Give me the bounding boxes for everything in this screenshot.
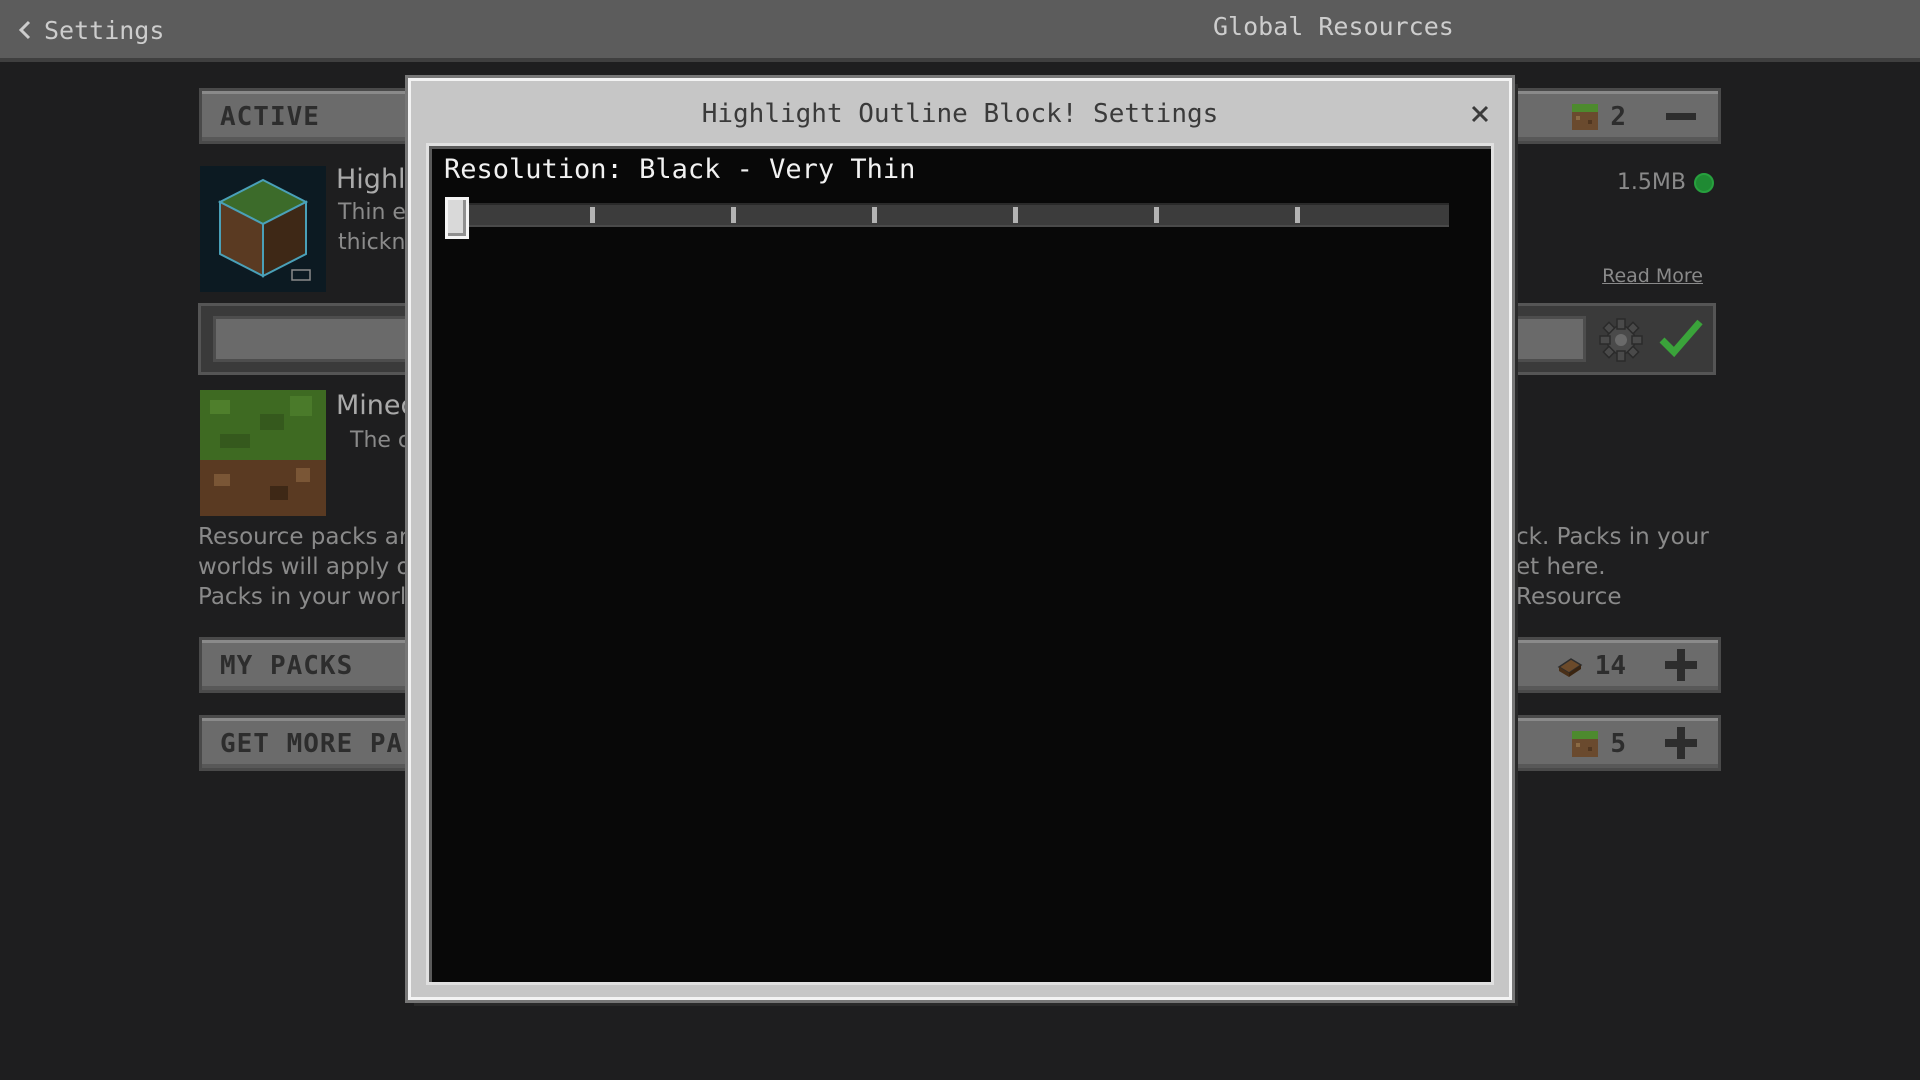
read-more-link[interactable]: Read More — [1602, 265, 1703, 287]
section-count: 5 — [1572, 729, 1626, 759]
gear-icon[interactable] — [1599, 318, 1643, 362]
slider-tick — [590, 207, 595, 223]
pack-description-line: Thin e — [338, 200, 406, 225]
info-line: et here. Resource — [1516, 554, 1622, 610]
back-button[interactable]: Settings — [18, 10, 164, 50]
page-title: Global Resources — [1213, 12, 1454, 41]
pack-description-line: thickn — [338, 230, 406, 255]
section-label: GET MORE PAC — [220, 729, 420, 759]
slider-thumb[interactable] — [445, 197, 469, 239]
back-label: Settings — [44, 15, 165, 45]
status-dot-icon — [1694, 172, 1714, 193]
setting-label-resolution: Resolution: Black - Very Thin — [444, 154, 916, 185]
modal-title: Highlight Outline Block! Settings — [701, 99, 1219, 129]
top-bar: Settings Global Resources — [0, 0, 1920, 62]
plus-icon — [1665, 649, 1697, 681]
slider-tick — [872, 207, 877, 223]
section-count-value: 5 — [1610, 729, 1626, 759]
resolution-slider[interactable] — [445, 197, 1449, 239]
pack-size-value: 1.5MB — [1616, 170, 1686, 195]
info-line: worlds will apply o — [198, 554, 411, 580]
section-label: MY PACKS — [220, 651, 354, 681]
slider-tick — [731, 207, 736, 223]
add-button[interactable] — [1664, 726, 1698, 760]
chevron-left-icon — [18, 20, 31, 40]
collapse-button[interactable] — [1664, 99, 1698, 133]
pack-icon — [1557, 658, 1583, 677]
pack-thumbnail-highlight — [200, 166, 326, 292]
pack-description-line: The c — [350, 428, 411, 453]
section-count: 2 — [1572, 102, 1626, 132]
close-icon[interactable] — [1469, 103, 1491, 125]
section-count-value: 2 — [1610, 102, 1626, 132]
info-line: Packs in your world — [198, 584, 421, 610]
slider-tick — [1013, 207, 1018, 223]
grass-block-icon — [1572, 731, 1599, 757]
minus-icon — [1666, 112, 1696, 120]
section-label: ACTIVE — [220, 102, 320, 132]
section-count-value: 14 — [1594, 651, 1626, 681]
grass-block-icon — [1572, 104, 1599, 130]
plus-icon — [1665, 727, 1697, 759]
add-button[interactable] — [1664, 648, 1698, 682]
pack-title: Minec — [336, 390, 416, 421]
info-line: Resource packs are — [198, 524, 422, 550]
section-count: 14 — [1557, 651, 1626, 681]
pack-thumbnail-minecraft — [200, 390, 326, 516]
slider-tick — [1295, 207, 1300, 223]
modal-body: Resolution: Black - Very Thin — [426, 143, 1494, 985]
info-line: ck. Packs in your — [1516, 524, 1709, 550]
slider-tick — [1154, 207, 1159, 223]
check-icon[interactable] — [1656, 314, 1706, 364]
pack-title: Highl — [336, 164, 406, 195]
pack-size: 1.5MB — [1617, 170, 1714, 195]
settings-modal: Highlight Outline Block! Settings Resolu… — [408, 78, 1512, 1000]
